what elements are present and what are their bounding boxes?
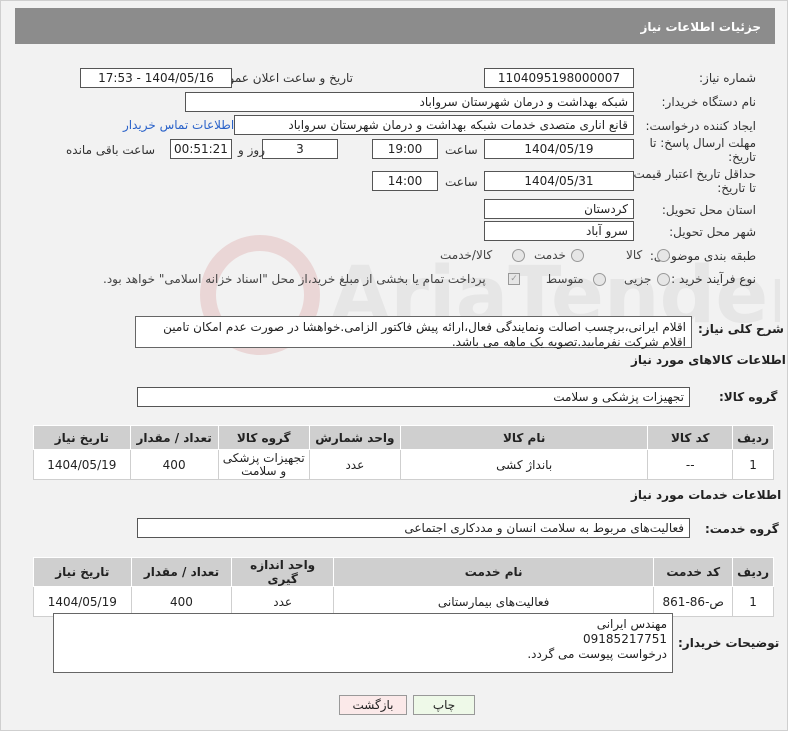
back-button[interactable]: بازگشت xyxy=(339,695,407,715)
buyer-notes-text: مهندس ایرانی 09185217751 درخواست پیوست م… xyxy=(53,613,673,673)
validity-label: حداقل تاریخ اعتبار قیمت: تا تاریخ: xyxy=(629,167,756,195)
category-option-service: خدمت xyxy=(534,248,566,262)
goods-cell-group: تجهیزات پزشکی و سلامت xyxy=(217,449,310,480)
page-header: جزئیات اطلاعات نیاز xyxy=(15,8,775,44)
services-section-title: اطلاعات خدمات مورد نیاز xyxy=(631,488,782,502)
city-field: سرو آباد xyxy=(484,221,634,241)
category-radio-goods-service[interactable] xyxy=(512,249,525,262)
services-cell-code: ص-86-861 xyxy=(653,586,734,617)
services-table: ردیف کد خدمت نام خدمت واحد اندازه گیری ت… xyxy=(33,557,774,617)
deadline-date-field: 1404/05/19 xyxy=(484,139,634,159)
remaining-time-field: 00:51:21 xyxy=(170,139,232,159)
page-title: جزئیات اطلاعات نیاز xyxy=(640,20,761,34)
deadline-time-field: 19:00 xyxy=(372,139,438,159)
treasury-note: پرداخت تمام یا بخشی از مبلغ خرید،از محل … xyxy=(103,272,486,286)
services-col-date: تاریخ نیاز xyxy=(33,557,132,587)
province-field: کردستان xyxy=(484,199,634,219)
need-number-label: شماره نیاز: xyxy=(699,71,756,85)
services-cell-row: 1 xyxy=(732,586,774,617)
description-label: شرح کلی نیاز: xyxy=(698,322,784,336)
validity-time-label: ساعت xyxy=(445,175,478,189)
services-col-code: کد خدمت xyxy=(653,557,734,587)
goods-col-code: کد کالا xyxy=(647,425,734,450)
services-cell-name: فعالیت‌های بیمارستانی xyxy=(332,586,655,617)
category-radio-service[interactable] xyxy=(571,249,584,262)
goods-table: ردیف کد کالا نام کالا واحد شمارش گروه کا… xyxy=(33,425,774,480)
goods-cell-date: 1404/05/19 xyxy=(33,449,131,480)
goods-cell-code: -- xyxy=(647,449,734,480)
buyer-field: شبکه بهداشت و درمان شهرستان سرواباد xyxy=(185,92,634,112)
treasury-checkbox[interactable]: ✓ xyxy=(508,273,520,285)
goods-col-unit: واحد شمارش xyxy=(308,425,401,450)
goods-section-title: اطلاعات کالاهای مورد نیاز xyxy=(631,353,786,367)
description-text: اقلام ایرانی،برچسب اصالت ونمایندگی فعال،… xyxy=(135,316,692,349)
services-cell-qty: 400 xyxy=(130,586,233,617)
remaining-label: ساعت باقی مانده xyxy=(66,143,156,157)
process-radio-medium[interactable] xyxy=(593,273,606,286)
services-col-qty: تعداد / مقدار xyxy=(130,557,233,587)
goods-cell-name: بانداژ کشی xyxy=(399,449,649,480)
buyer-notes-line-1: مهندس ایرانی xyxy=(596,617,667,631)
goods-cell-unit: عدد xyxy=(308,449,401,480)
announce-field: 1404/05/16 - 17:53 xyxy=(80,68,232,88)
deadline-label: مهلت ارسال پاسخ: تا تاریخ: xyxy=(649,136,756,164)
services-cell-unit: عدد xyxy=(231,586,334,617)
services-col-unit: واحد اندازه گیری xyxy=(231,557,334,587)
creator-field: قانع اناری متصدی خدمات شبکه بهداشت و درم… xyxy=(234,115,634,135)
goods-cell-row: 1 xyxy=(732,449,774,480)
services-col-name: نام خدمت xyxy=(332,557,655,587)
city-label: شهر محل تحویل: xyxy=(669,225,756,239)
process-option-medium: متوسط xyxy=(546,272,584,286)
goods-group-field: تجهیزات پزشکی و سلامت xyxy=(137,387,690,407)
goods-col-date: تاریخ نیاز xyxy=(33,425,131,450)
buyer-label: نام دستگاه خریدار: xyxy=(661,95,757,109)
goods-col-name: نام کالا xyxy=(399,425,649,450)
buyer-notes-label: توضیحات خریدار: xyxy=(678,636,780,650)
creator-label: ایجاد کننده درخواست: xyxy=(645,119,756,133)
table-row: 1 ص-86-861 فعالیت‌های بیمارستانی عدد 400… xyxy=(33,586,774,617)
buyer-contact-link[interactable]: اطلاعات تماس خریدار xyxy=(123,118,234,132)
need-number-field: 1104095198000007 xyxy=(484,68,634,88)
goods-col-group: گروه کالا xyxy=(217,425,310,450)
services-group-label: گروه خدمت: xyxy=(705,522,779,536)
services-table-header: ردیف کد خدمت نام خدمت واحد اندازه گیری ت… xyxy=(33,557,774,587)
province-label: استان محل تحویل: xyxy=(661,203,756,217)
process-label: نوع فرآیند خرید : xyxy=(671,272,756,286)
category-option-goods-service: کالا/خدمت xyxy=(440,248,493,262)
process-radio-minor[interactable] xyxy=(657,273,670,286)
goods-table-header: ردیف کد کالا نام کالا واحد شمارش گروه کا… xyxy=(33,425,774,450)
deadline-time-label: ساعت xyxy=(445,143,478,157)
validity-time-field: 14:00 xyxy=(372,171,438,191)
category-radio-goods[interactable] xyxy=(657,249,670,262)
services-col-row: ردیف xyxy=(732,557,774,587)
validity-date-field: 1404/05/31 xyxy=(484,171,634,191)
goods-col-row: ردیف xyxy=(732,425,774,450)
goods-cell-qty: 400 xyxy=(129,449,219,480)
goods-group-label: گروه کالا: xyxy=(719,390,778,404)
days-label: روز و xyxy=(238,143,265,157)
services-cell-date: 1404/05/19 xyxy=(33,586,132,617)
process-option-minor: جزیی xyxy=(624,272,652,286)
buyer-notes-line-2: 09185217751 xyxy=(583,632,667,646)
services-group-field: فعالیت‌های مربوط به سلامت انسان و مددکار… xyxy=(137,518,690,538)
days-field: 3 xyxy=(262,139,338,159)
category-option-goods: کالا xyxy=(626,248,643,262)
buyer-notes-line-3: درخواست پیوست می گردد. xyxy=(527,647,667,661)
print-button[interactable]: چاپ xyxy=(413,695,475,715)
goods-col-qty: تعداد / مقدار xyxy=(129,425,219,450)
table-row: 1 -- بانداژ کشی عدد تجهیزات پزشکی و سلام… xyxy=(33,449,774,480)
